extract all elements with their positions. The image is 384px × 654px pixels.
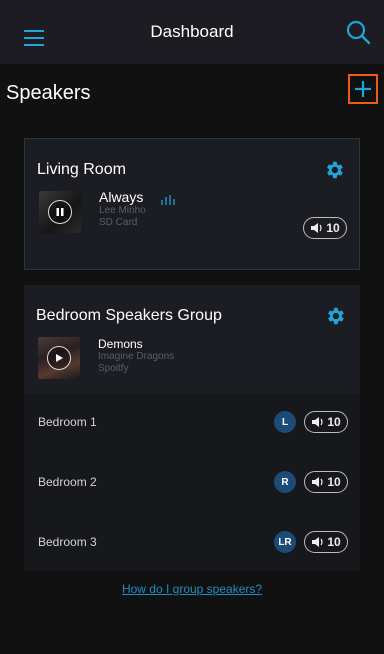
member-row-bedroom-1[interactable]: Bedroom 1 L 10: [24, 393, 360, 451]
volume-control[interactable]: 10: [303, 217, 347, 239]
volume-icon: [312, 477, 323, 487]
channel-badge: LR: [274, 531, 296, 553]
member-row-bedroom-2[interactable]: Bedroom 2 R 10: [24, 453, 360, 511]
pause-icon: [56, 208, 64, 216]
song-title: Demons: [98, 337, 143, 351]
play-icon: [56, 354, 63, 362]
top-app-bar: Dashboard: [0, 0, 384, 64]
source-name: Spoitfy: [98, 363, 129, 374]
pause-button[interactable]: [48, 200, 72, 224]
gear-icon[interactable]: [323, 159, 345, 181]
add-speaker-button[interactable]: [348, 74, 378, 104]
volume-icon: [312, 417, 323, 427]
album-art: [39, 191, 81, 233]
volume-level: 10: [327, 535, 341, 549]
volume-icon: [311, 223, 322, 233]
member-name: Bedroom 2: [38, 475, 97, 489]
now-playing: Always Lee Minho SD Card: [99, 189, 146, 229]
plus-icon: [355, 81, 371, 97]
group-members-list: Bedroom 1 L 10 Bedroom 2 R 10 Bedroom 3 …: [24, 393, 360, 571]
play-button[interactable]: [47, 346, 71, 370]
artist-name: Lee Minho: [99, 205, 146, 216]
volume-level: 10: [326, 221, 340, 235]
now-playing: Demons Imagine Dragons Spoitfy: [98, 337, 174, 375]
source-name: SD Card: [99, 217, 138, 228]
gear-icon[interactable]: [324, 305, 346, 327]
section-title: Speakers: [6, 82, 91, 104]
speaker-card-bedroom-group[interactable]: Bedroom Speakers Group Demons Imagine Dr…: [24, 285, 360, 571]
channel-badge: R: [274, 471, 296, 493]
artist-name: Imagine Dragons: [98, 351, 175, 362]
page-title: Dashboard: [150, 22, 234, 41]
speaker-name: Bedroom Speakers Group: [36, 307, 222, 324]
speakers-header: Speakers: [0, 64, 384, 120]
volume-level: 10: [327, 415, 341, 429]
menu-icon[interactable]: [24, 30, 44, 51]
album-art: [38, 337, 80, 379]
volume-icon: [312, 537, 323, 547]
member-name: Bedroom 1: [38, 415, 97, 429]
volume-level: 10: [327, 475, 341, 489]
member-row-bedroom-3[interactable]: Bedroom 3 LR 10: [24, 513, 360, 571]
volume-control[interactable]: 10: [304, 531, 348, 553]
speaker-card-living-room[interactable]: Living Room Always Lee Minho SD Card 10: [24, 138, 360, 270]
equalizer-icon: [161, 195, 175, 205]
search-icon[interactable]: [344, 18, 372, 46]
volume-control[interactable]: 10: [304, 411, 348, 433]
speaker-name: Living Room: [37, 161, 126, 178]
volume-control[interactable]: 10: [304, 471, 348, 493]
channel-badge: L: [274, 411, 296, 433]
group-speakers-help-link[interactable]: How do I group speakers?: [0, 582, 384, 596]
member-name: Bedroom 3: [38, 535, 97, 549]
song-title: Always: [99, 189, 144, 205]
